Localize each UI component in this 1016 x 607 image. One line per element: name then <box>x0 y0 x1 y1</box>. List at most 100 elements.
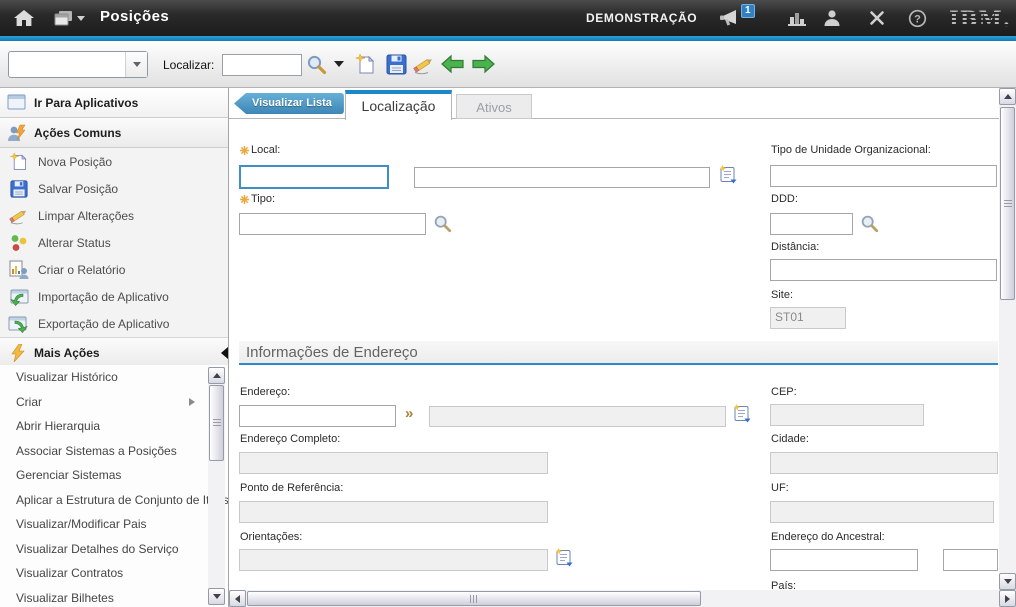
tipo-lookup-icon[interactable] <box>433 214 452 238</box>
sidebar-scrollbar[interactable] <box>208 367 225 605</box>
more-action-visualizar-historico[interactable]: Visualizar Histórico <box>0 365 229 390</box>
ddd-lookup-icon[interactable] <box>860 214 879 238</box>
field-label-site: Site: <box>771 289 793 301</box>
submenu-arrow-icon <box>189 398 195 406</box>
distancia-input[interactable] <box>770 259 997 281</box>
action-label: Exportação de Aplicativo <box>38 317 169 331</box>
tab-localizacao[interactable]: Localização <box>345 90 452 120</box>
localizacao-form: Local: Tipo: Tipo de Unidade Organizacio <box>229 119 999 590</box>
environment-label: DEMONSTRAÇÃO <box>586 11 697 25</box>
vertical-scrollbar[interactable] <box>999 88 1016 590</box>
record-switcher-input[interactable] <box>11 54 127 77</box>
field-label-pais: País: <box>771 580 796 590</box>
tipo-input[interactable] <box>239 213 426 235</box>
help-icon[interactable]: ? <box>903 0 931 36</box>
localizar-label: Localizar: <box>163 58 214 72</box>
clear-changes-icon[interactable] <box>412 52 436 76</box>
collapse-sidebar-icon[interactable] <box>221 347 228 359</box>
tuo-input[interactable] <box>770 165 997 187</box>
cidade-readonly <box>770 452 998 474</box>
endereco-input[interactable] <box>239 405 396 427</box>
combobox-dropdown-icon[interactable] <box>125 52 147 77</box>
required-icon <box>240 146 249 155</box>
save-record-icon[interactable] <box>384 52 408 76</box>
long-description-icon[interactable] <box>554 548 574 573</box>
crossover-chevrons-icon[interactable]: » <box>405 405 412 422</box>
new-record-icon[interactable] <box>353 52 377 76</box>
scroll-thumb[interactable] <box>1000 107 1015 300</box>
scroll-up-button[interactable] <box>999 88 1016 105</box>
scroll-down-button[interactable] <box>208 588 225 605</box>
visualizar-lista-button[interactable]: Visualizar Lista <box>234 93 344 114</box>
tab-ativos[interactable]: Ativos <box>456 94 532 119</box>
action-label: Importação de Aplicativo <box>38 290 169 304</box>
previous-record-icon[interactable] <box>441 52 465 76</box>
scroll-right-button[interactable] <box>999 590 1016 607</box>
long-description-icon[interactable] <box>718 165 738 190</box>
localizar-input[interactable] <box>222 54 302 76</box>
reports-chart-icon[interactable] <box>783 0 811 36</box>
sidebar-goto-label: Ir Para Aplicativos <box>34 96 138 110</box>
site-readonly-field: ST01 <box>770 307 846 329</box>
svg-text:?: ? <box>914 13 921 25</box>
applications-menu-icon[interactable] <box>52 0 86 36</box>
sidebar-item-limpar-alteracoes[interactable]: Limpar Alterações <box>0 202 228 229</box>
more-action-label: Criar <box>16 395 42 409</box>
report-icon <box>6 260 32 279</box>
more-action-aplicar-estrutura[interactable]: Aplicar a Estrutura de Conjunto de Itens <box>0 488 229 513</box>
scroll-up-button[interactable] <box>208 367 225 384</box>
sidebar-item-nova-posicao[interactable]: Nova Posição <box>0 148 228 175</box>
field-label-ddd: DDD: <box>771 193 798 205</box>
endereco-ancestral-input[interactable] <box>770 549 918 571</box>
field-label-orientacoes: Orientações: <box>240 531 302 543</box>
search-icon[interactable] <box>304 52 328 76</box>
sidebar-item-salvar-posicao[interactable]: Salvar Posição <box>0 175 228 202</box>
scroll-down-button[interactable] <box>999 573 1016 590</box>
close-icon[interactable] <box>863 0 891 36</box>
new-document-icon <box>6 152 32 172</box>
common-actions-header[interactable]: Ações Comuns <box>0 118 228 148</box>
more-actions-header[interactable]: Mais Ações <box>0 337 228 368</box>
ddd-input[interactable] <box>770 213 853 235</box>
local-input[interactable] <box>239 165 389 189</box>
app-window: Posições DEMONSTRAÇÃO 1 ? IBM. Localizar… <box>0 0 1016 607</box>
page-title: Posições <box>100 8 169 25</box>
horizontal-scrollbar[interactable] <box>229 590 1016 607</box>
home-icon[interactable] <box>10 0 38 36</box>
action-label: Alterar Status <box>38 236 111 250</box>
scroll-thumb[interactable] <box>247 591 701 606</box>
search-options-chevron-icon[interactable] <box>331 52 347 76</box>
sidebar-item-criar-relatorio[interactable]: Criar o Relatório <box>0 256 228 283</box>
ibm-logo: IBM. <box>950 0 1010 36</box>
record-switcher-combobox[interactable] <box>8 51 148 78</box>
more-action-criar[interactable]: Criar <box>0 390 229 415</box>
more-action-visualizar-modificar-pais[interactable]: Visualizar/Modificar Pais <box>0 512 229 537</box>
profile-person-icon[interactable] <box>818 0 846 36</box>
more-action-visualizar-detalhes-servico[interactable]: Visualizar Detalhes do Serviço <box>0 537 229 562</box>
field-label-endereco: Endereço: <box>240 386 290 398</box>
local-description-input[interactable] <box>414 167 710 188</box>
eraser-pencil-icon <box>6 206 32 225</box>
more-action-abrir-hierarquia[interactable]: Abrir Hierarquia <box>0 414 229 439</box>
scroll-left-button[interactable] <box>229 590 246 607</box>
action-label: Limpar Alterações <box>38 209 134 223</box>
more-action-visualizar-contratos[interactable]: Visualizar Contratos <box>0 561 229 586</box>
long-description-icon[interactable] <box>732 404 752 429</box>
sidebar-item-importacao-aplicativo[interactable]: Importação de Aplicativo <box>0 283 228 310</box>
field-label-endereco-completo: Endereço Completo: <box>240 433 340 445</box>
endereco-ancestral-input-2[interactable] <box>943 549 998 571</box>
application-toolbar: Localizar: <box>0 41 1016 88</box>
more-action-gerenciar-sistemas[interactable]: Gerenciar Sistemas <box>0 463 229 488</box>
sidebar-item-exportacao-aplicativo[interactable]: Exportação de Aplicativo <box>0 310 228 337</box>
save-icon <box>6 180 32 198</box>
cep-readonly <box>770 404 924 426</box>
scroll-thumb[interactable] <box>209 385 224 461</box>
status-dots-icon <box>6 234 32 252</box>
more-action-visualizar-bilhetes[interactable]: Visualizar Bilhetes <box>0 586 229 607</box>
main-panel: Visualizar Lista Localização Ativos Loca… <box>229 88 1016 607</box>
top-navigation-bar: Posições DEMONSTRAÇÃO 1 ? IBM. <box>0 0 1016 36</box>
sidebar-item-go-to-applications[interactable]: Ir Para Aplicativos <box>0 88 228 118</box>
next-record-icon[interactable] <box>471 52 495 76</box>
more-action-associar-sistemas[interactable]: Associar Sistemas a Posições <box>0 439 229 464</box>
sidebar-item-alterar-status[interactable]: Alterar Status <box>0 229 228 256</box>
